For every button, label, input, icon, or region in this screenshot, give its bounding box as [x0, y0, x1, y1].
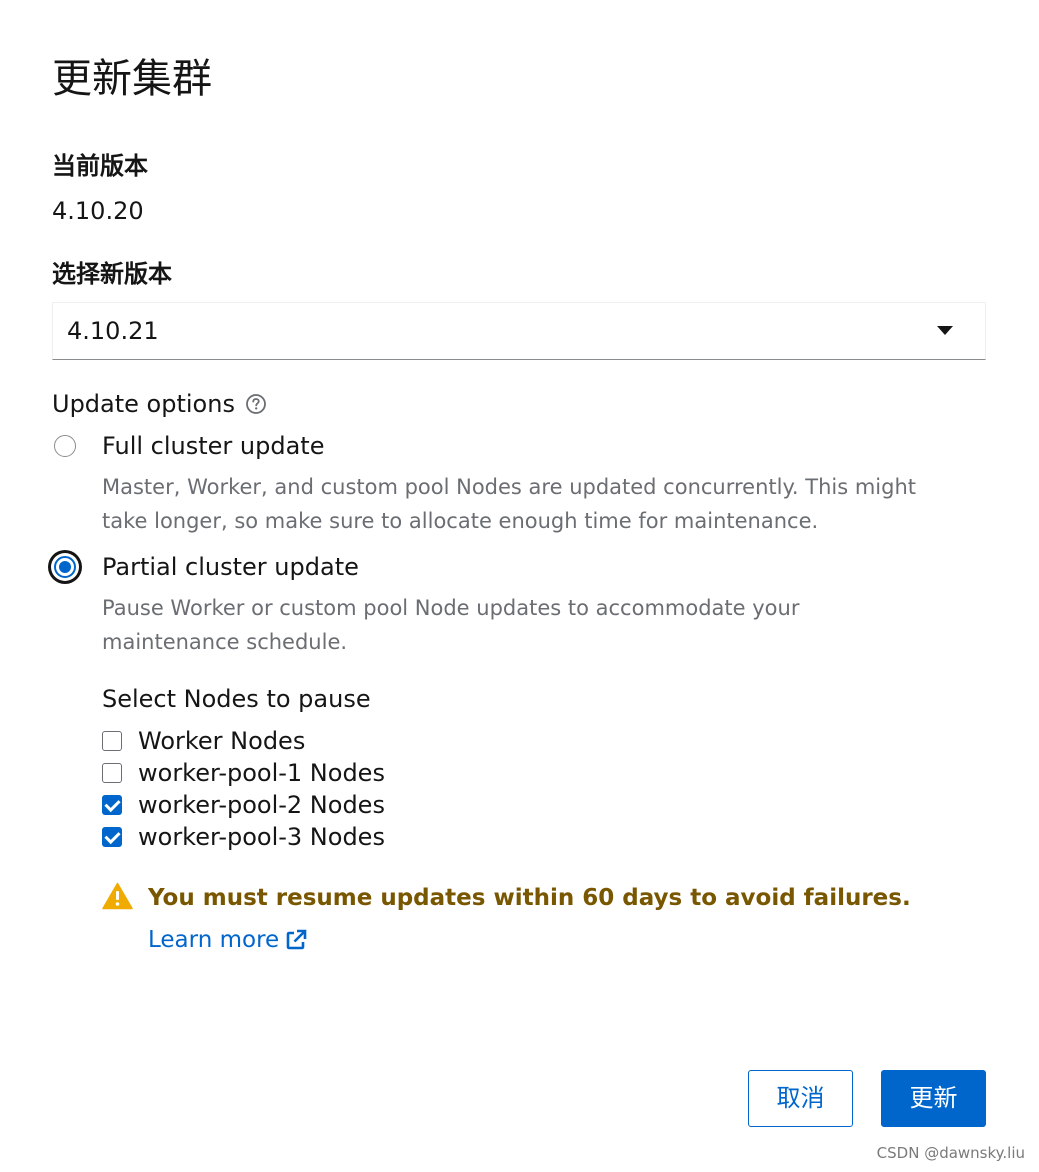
question-circle-icon[interactable] [245, 393, 267, 415]
worker-pool-3-label[interactable]: worker-pool-3 Nodes [138, 821, 385, 853]
worker-pool-3-checkbox[interactable] [102, 827, 122, 847]
cancel-button[interactable]: 取消 [748, 1070, 853, 1127]
new-version-label: 选择新版本 [52, 260, 172, 288]
pause-worker-pool-3-row[interactable]: worker-pool-3 Nodes [102, 821, 385, 853]
worker-nodes-checkbox[interactable] [102, 731, 122, 751]
worker-pool-2-label[interactable]: worker-pool-2 Nodes [138, 789, 385, 821]
watermark-text: CSDN @dawnsky.liu [876, 1144, 1025, 1162]
worker-pool-2-checkbox[interactable] [102, 795, 122, 815]
learn-more-label[interactable]: Learn more [148, 924, 279, 956]
pause-worker-pool-2-row[interactable]: worker-pool-2 Nodes [102, 789, 385, 821]
caret-down-icon [937, 326, 953, 335]
pause-worker-nodes-row[interactable]: Worker Nodes [102, 725, 305, 757]
alert-title: You must resume updates within 60 days t… [148, 885, 911, 911]
update-options-label: Update options [52, 388, 267, 420]
current-version-value: 4.10.20 [52, 197, 144, 225]
partial-update-radio[interactable] [54, 556, 76, 578]
pause-nodes-label: Select Nodes to pause [102, 685, 371, 713]
update-button[interactable]: 更新 [881, 1070, 986, 1127]
partial-update-label[interactable]: Partial cluster update [102, 551, 359, 583]
version-select-value: 4.10.21 [67, 317, 159, 345]
external-link-icon[interactable] [285, 929, 307, 951]
worker-nodes-label[interactable]: Worker Nodes [138, 725, 305, 757]
partial-update-description: Pause Worker or custom pool Node updates… [102, 596, 800, 654]
update-options-text: Update options [52, 390, 235, 418]
learn-more-link[interactable]: Learn more [148, 924, 307, 956]
modal-title: 更新集群 [52, 56, 212, 102]
full-update-description: Master, Worker, and custom pool Nodes ar… [102, 475, 917, 533]
worker-pool-1-label[interactable]: worker-pool-1 Nodes [138, 757, 385, 789]
full-update-radio[interactable] [54, 435, 76, 457]
warning-triangle-icon [102, 882, 133, 910]
pause-worker-pool-1-row[interactable]: worker-pool-1 Nodes [102, 757, 385, 789]
update-cluster-modal: 更新集群 当前版本 4.10.20 选择新版本 4.10.21 Update o… [0, 0, 1039, 1172]
current-version-label: 当前版本 [52, 152, 148, 180]
full-update-label[interactable]: Full cluster update [102, 430, 324, 462]
version-select[interactable]: 4.10.21 [52, 302, 986, 360]
worker-pool-1-checkbox[interactable] [102, 763, 122, 783]
